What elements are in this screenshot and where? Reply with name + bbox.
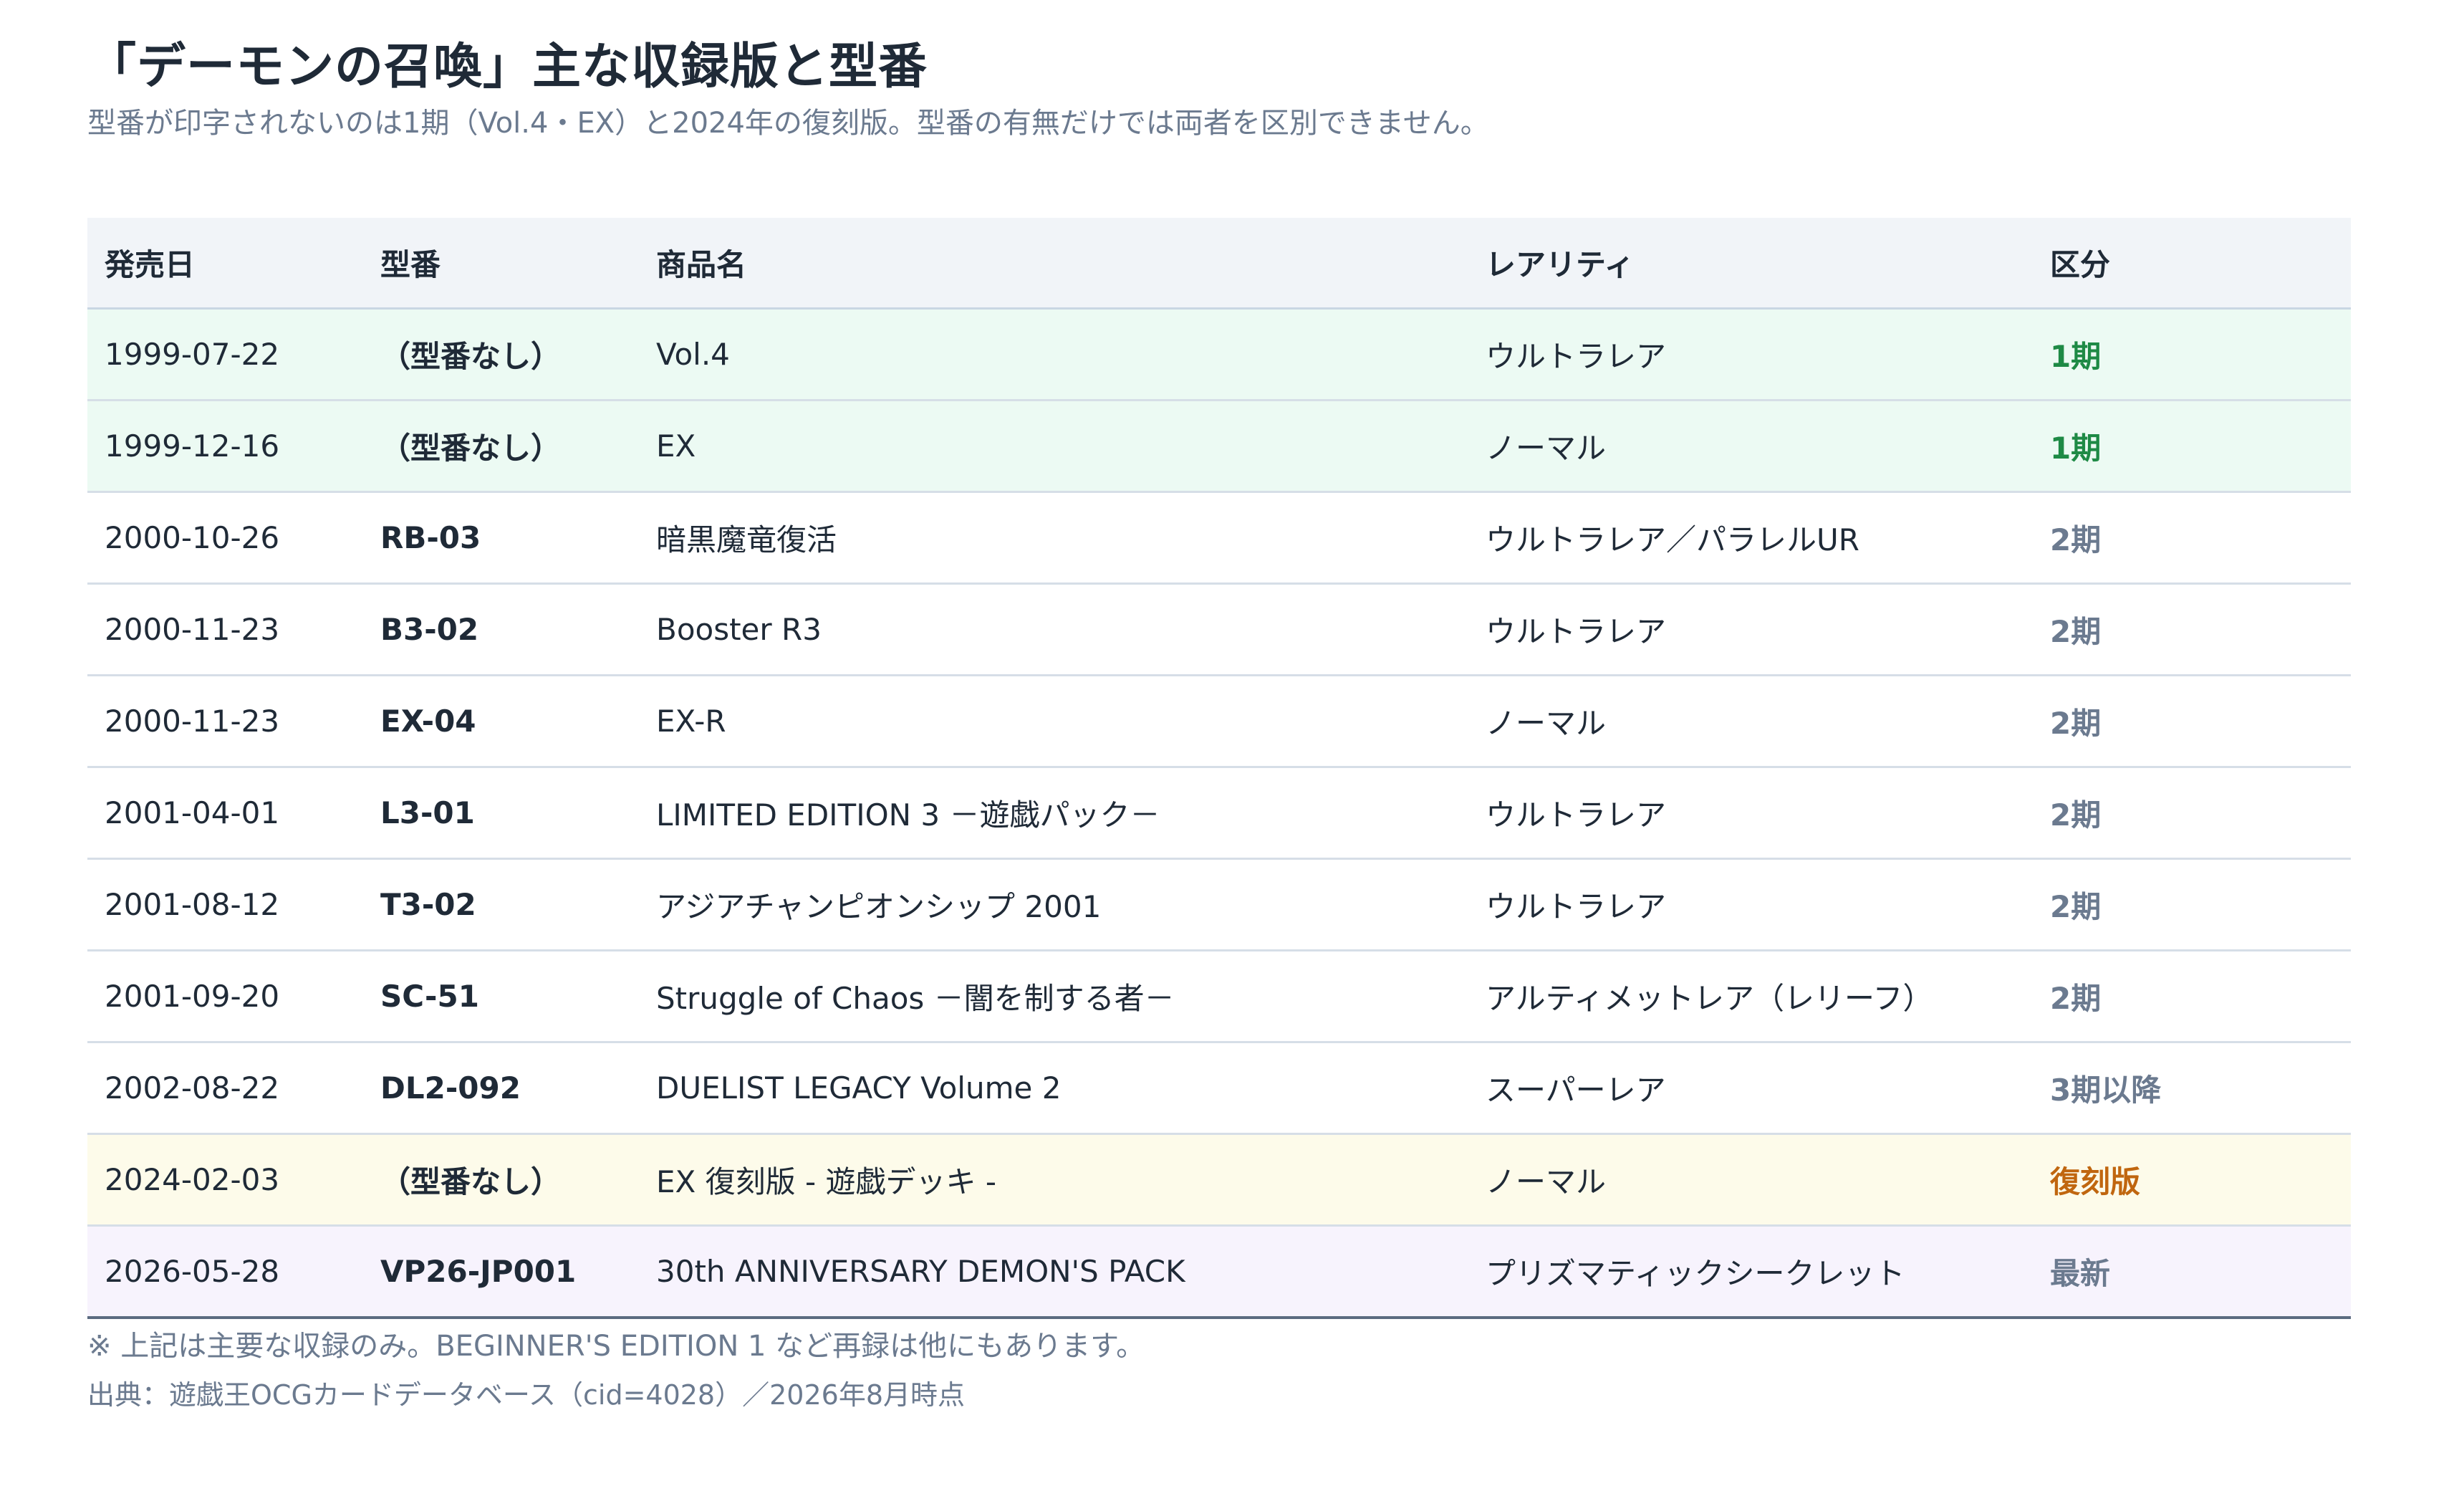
cell-card-code: B3-02 [363,583,639,676]
cell-rarity: ノーマル [1468,1133,2033,1227]
cell-release-date: 2001-04-01 [87,767,363,860]
footnote: ※ 上記は主要な収録のみ。BEGINNER'S EDITION 1 など再録は他… [87,1330,1145,1363]
table-row: 2001-08-12 T3-02 アジアチャンピオンシップ 2001 ウルトラレア 2期 [87,858,2351,951]
cell-category: 2期 [2033,675,2351,768]
cell-release-date: 2001-09-20 [87,950,363,1043]
cell-card-code: T3-02 [363,858,639,951]
cell-rarity: ノーマル [1468,675,2033,768]
cell-card-code: L3-01 [363,767,639,860]
cell-card-code: VP26-JP001 [363,1225,639,1319]
page-title: 「デーモンの召喚」主な収録版と型番 [87,39,928,95]
cell-rarity: スーパーレア [1468,1042,2033,1135]
table-row: 2001-04-01 L3-01 LIMITED EDITION 3 －遊戯パック－… [87,767,2351,860]
cell-rarity: ノーマル [1468,400,2033,493]
cell-product-name: Vol.4 [639,308,1468,401]
table-row: 2001-09-20 SC-51 Struggle of Chaos －闇を制する者… [87,950,2351,1043]
cell-product-name: EX [639,400,1468,493]
cell-card-code: RB-03 [363,492,639,585]
cell-release-date: 2002-08-22 [87,1042,363,1135]
header-release-date: 発売日 [87,218,363,310]
cell-product-name: DUELIST LEGACY Volume 2 [639,1042,1468,1135]
cell-release-date: 2024-02-03 [87,1133,363,1227]
cell-category: 2期 [2033,492,2351,585]
cell-product-name: 暗黒魔竜復活 [639,492,1468,585]
cell-rarity: アルティメットレア（レリーフ） [1468,950,2033,1043]
table-header-row: 発売日 型番 商品名 レアリティ 区分 [87,218,2351,310]
header-card-code: 型番 [363,218,639,310]
cell-rarity: ウルトラレア [1468,858,2033,951]
source-citation: 出典：遊戯王OCGカードデータベース（cid=4028）／2026年8月時点 [87,1379,965,1411]
cell-rarity: ウルトラレア／パラレルUR [1468,492,2033,585]
table-row: 1999-07-22 （型番なし） Vol.4 ウルトラレア 1期 [87,308,2351,401]
footer: ※ 上記は主要な収録のみ。BEGINNER'S EDITION 1 など再録は他… [87,1321,2351,1419]
table-row: 2002-08-22 DL2-092 DUELIST LEGACY Volume 2… [87,1042,2351,1135]
cell-rarity: ウルトラレア [1468,767,2033,860]
cell-release-date: 2000-10-26 [87,492,363,585]
cell-card-code: EX-04 [363,675,639,768]
table-row: 2000-11-23 EX-04 EX-R ノーマル 2期 [87,675,2351,768]
cell-release-date: 2026-05-28 [87,1225,363,1319]
cell-release-date: 2000-11-23 [87,583,363,676]
cell-release-date: 1999-12-16 [87,400,363,493]
page-subtitle: 型番が印字されないのは1期（Vol.4・EX）と2024年の復刻版。型番の有無だ… [87,107,1489,140]
cell-release-date: 1999-07-22 [87,308,363,401]
cell-category: 2期 [2033,858,2351,951]
cell-product-name: アジアチャンピオンシップ 2001 [639,858,1468,951]
cell-card-code: （型番なし） [363,1133,639,1227]
table-body: 1999-07-22 （型番なし） Vol.4 ウルトラレア 1期 1999-12-16 （… [87,308,2351,1319]
cell-card-code: DL2-092 [363,1042,639,1135]
cell-category: 1期 [2033,308,2351,401]
cell-category: 2期 [2033,950,2351,1043]
cell-product-name: EX 復刻版 - 遊戯デッキ - [639,1133,1468,1227]
cell-card-code: （型番なし） [363,308,639,401]
cell-rarity: ウルトラレア [1468,308,2033,401]
cell-category: 1期 [2033,400,2351,493]
cell-card-code: （型番なし） [363,400,639,493]
cell-category: 最新 [2033,1225,2351,1319]
cell-product-name: LIMITED EDITION 3 －遊戯パック－ [639,767,1468,860]
cell-category: 2期 [2033,767,2351,860]
cell-card-code: SC-51 [363,950,639,1043]
table-row: 1999-12-16 （型番なし） EX ノーマル 1期 [87,400,2351,493]
cell-product-name: 30th ANNIVERSARY DEMON'S PACK [639,1225,1468,1319]
cell-rarity: ウルトラレア [1468,583,2033,676]
cell-category: 2期 [2033,583,2351,676]
cell-category: 復刻版 [2033,1133,2351,1227]
cell-release-date: 2000-11-23 [87,675,363,768]
cell-category: 3期以降 [2033,1042,2351,1135]
header-category: 区分 [2033,218,2351,310]
header-product-name: 商品名 [639,218,1468,310]
cell-rarity: プリズマティックシークレット [1468,1225,2033,1319]
cell-release-date: 2001-08-12 [87,858,363,951]
table-row: 2000-11-23 B3-02 Booster R3 ウルトラレア 2期 [87,583,2351,676]
cell-product-name: Booster R3 [639,583,1468,676]
header-rarity: レアリティ [1468,218,2033,310]
table-row: 2026-05-28 VP26-JP001 30th ANNIVERSARY DEM… [87,1225,2351,1319]
cell-product-name: Struggle of Chaos －闇を制する者－ [639,950,1468,1043]
table-row: 2000-10-26 RB-03 暗黒魔竜復活 ウルトラレア／パラレルUR 2期 [87,492,2351,585]
page: 「デーモンの召喚」主な収録版と型番 型番が印字されないのは1期（Vol.4・EX… [87,32,2351,1411]
releases-table: 発売日 型番 商品名 レアリティ 区分 1999-07-22 （型番なし） Vol.… [87,218,2351,1319]
table-row: 2024-02-03 （型番なし） EX 復刻版 - 遊戯デッキ - ノーマル 復刻版 [87,1133,2351,1227]
cell-product-name: EX-R [639,675,1468,768]
